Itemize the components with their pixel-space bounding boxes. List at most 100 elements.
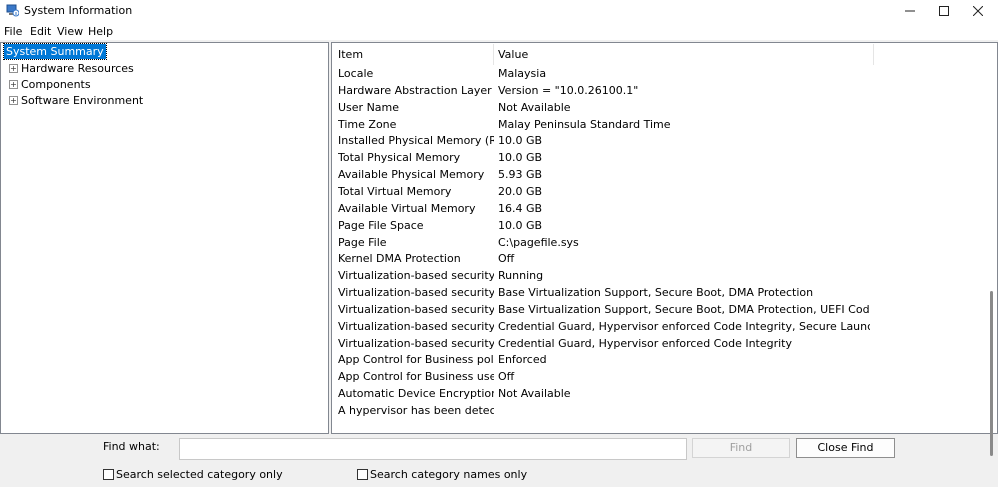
checkbox-box[interactable] xyxy=(103,469,114,480)
tree-item-hardware-resources[interactable]: Hardware Resources xyxy=(21,61,134,76)
cell-item: Total Virtual Memory xyxy=(338,184,452,198)
cell-item: Locale xyxy=(338,67,374,80)
table-row[interactable]: Virtualization-based security Running xyxy=(338,267,938,284)
vertical-scrollbar[interactable] xyxy=(986,43,997,456)
cell-value: Not Available xyxy=(498,387,571,401)
close-button[interactable] xyxy=(961,0,995,22)
column-divider[interactable] xyxy=(493,44,494,65)
cell-item: Total Physical Memory xyxy=(338,151,461,165)
window-title: System Information xyxy=(24,4,133,17)
cell-item: Page File Space xyxy=(338,218,424,232)
table-row[interactable]: Virtualization-based security Se... Crede… xyxy=(338,318,938,335)
checkbox-label: Search category names only xyxy=(370,468,528,481)
cell-item: Automatic Device Encryption Su... xyxy=(338,387,494,401)
cell-item: App Control for Business policy xyxy=(338,353,494,367)
cell-value: 10.0 GB xyxy=(498,151,543,165)
search-selected-category-checkbox[interactable]: Search selected category only xyxy=(103,468,283,481)
expand-plus-icon[interactable]: + xyxy=(9,64,18,73)
table-row[interactable]: Hardware Abstraction Layer Version = "10.… xyxy=(338,82,938,99)
cell-value: C:\pagefile.sys xyxy=(498,235,579,249)
cell-item: Available Physical Memory xyxy=(338,168,485,182)
cell-item: User Name xyxy=(338,100,400,114)
cell-value: Version = "10.0.26100.1" xyxy=(498,83,639,97)
cell-item: Virtualization-based security Se... xyxy=(338,319,494,333)
cell-value: 10.0 GB xyxy=(498,218,543,232)
close-icon xyxy=(973,6,983,16)
table-row[interactable]: Virtualization-based security Av... Base … xyxy=(338,301,938,318)
title-bar: System Information xyxy=(0,0,998,22)
cell-value: 5.93 GB xyxy=(498,168,543,182)
checkbox-box[interactable] xyxy=(357,469,368,480)
cell-value: 20.0 GB xyxy=(498,184,543,198)
cell-item: Virtualization-based security xyxy=(338,269,494,283)
close-find-button[interactable]: Close Find xyxy=(796,438,895,458)
system-information-window: System Information File Edit View Help S… xyxy=(0,0,998,487)
cell-value: Malay Peninsula Standard Time xyxy=(498,117,671,131)
cell-item: Virtualization-based security Se... xyxy=(338,336,494,350)
cell-item: Kernel DMA Protection xyxy=(338,252,461,266)
cell-item: App Control for Business user ... xyxy=(338,370,494,384)
cell-value: Base Virtualization Support, Secure Boot… xyxy=(498,286,814,300)
find-what-input[interactable] xyxy=(179,438,687,460)
table-row[interactable]: App Control for Business policy Enforced xyxy=(338,351,938,368)
cell-item: A hypervisor has been detecte... xyxy=(338,404,494,417)
cell-item: Time Zone xyxy=(338,117,397,131)
table-row[interactable]: Available Virtual Memory 16.4 GB xyxy=(338,200,938,217)
menu-help[interactable]: Help xyxy=(88,25,113,38)
maximize-button[interactable] xyxy=(927,0,961,22)
cell-value: Credential Guard, Hypervisor enforced Co… xyxy=(498,319,870,333)
column-header-value[interactable]: Value xyxy=(498,44,528,65)
tree-item-software-environment[interactable]: Software Environment xyxy=(21,93,143,108)
checkbox-label: Search selected category only xyxy=(116,468,283,481)
cell-value: Credential Guard, Hypervisor enforced Co… xyxy=(498,336,793,350)
menu-view[interactable]: View xyxy=(57,25,83,38)
search-category-names-checkbox[interactable]: Search category names only xyxy=(357,468,527,481)
cell-value: Not Available xyxy=(498,100,571,114)
table-row[interactable]: Kernel DMA Protection Off xyxy=(338,250,938,267)
expand-plus-icon[interactable]: + xyxy=(9,80,18,89)
cell-value: Running xyxy=(498,269,544,283)
table-row[interactable]: Virtualization-based security Se... Crede… xyxy=(338,335,938,352)
cell-item: Available Virtual Memory xyxy=(338,201,476,215)
cell-item: Hardware Abstraction Layer xyxy=(338,83,492,97)
tree-item-system-summary[interactable]: System Summary xyxy=(3,43,107,60)
table-row[interactable]: Locale Malaysia xyxy=(338,65,938,82)
cell-item: Virtualization-based security Av... xyxy=(338,302,494,316)
table-row[interactable]: Virtualization-based security Re... Base … xyxy=(338,284,938,301)
menu-file[interactable]: File xyxy=(4,25,22,38)
scrollbar-thumb[interactable] xyxy=(990,291,993,456)
cell-item: Page File xyxy=(338,235,387,249)
cell-value: 16.4 GB xyxy=(498,201,543,215)
maximize-icon xyxy=(939,6,949,16)
cell-value: Enforced xyxy=(498,353,547,367)
minimize-icon xyxy=(905,10,915,12)
cell-value: Base Virtualization Support, Secure Boot… xyxy=(498,302,870,316)
table-row[interactable]: Page File C:\pagefile.sys xyxy=(338,234,938,251)
expand-plus-icon[interactable]: + xyxy=(9,96,18,105)
table-row[interactable]: Installed Physical Memory (RAM) 10.0 GB xyxy=(338,132,938,149)
menu-edit[interactable]: Edit xyxy=(30,25,51,38)
tree-item-components[interactable]: Components xyxy=(21,77,91,92)
table-row[interactable]: Total Physical Memory 10.0 GB xyxy=(338,149,938,166)
find-what-label: Find what: xyxy=(103,440,160,453)
table-row[interactable]: Available Physical Memory 5.93 GB xyxy=(338,166,938,183)
cell-item: Installed Physical Memory (RAM) xyxy=(338,134,494,148)
table-row[interactable]: Time Zone Malay Peninsula Standard Time xyxy=(338,116,938,133)
find-button[interactable]: Find xyxy=(692,438,790,458)
cell-value: Off xyxy=(498,252,515,266)
column-header-item[interactable]: Item xyxy=(338,44,363,65)
table-row[interactable]: Automatic Device Encryption Su... Not Ava… xyxy=(338,385,938,402)
details-list[interactable]: Item Value Locale Malaysia Hardware Abstra… xyxy=(331,42,998,434)
system-information-app-icon xyxy=(6,4,19,17)
cell-value: Malaysia xyxy=(498,67,547,80)
table-row[interactable]: Total Virtual Memory 20.0 GB xyxy=(338,183,938,200)
cell-item: Virtualization-based security Re... xyxy=(338,286,494,300)
table-row[interactable]: App Control for Business user ... Off xyxy=(338,368,938,385)
menu-bar: File Edit View Help xyxy=(0,22,998,40)
table-row[interactable]: A hypervisor has been detecte... xyxy=(338,402,938,419)
cell-value: 10.0 GB xyxy=(498,134,543,148)
table-row[interactable]: Page File Space 10.0 GB xyxy=(338,217,938,234)
minimize-button[interactable] xyxy=(893,0,927,22)
table-row[interactable]: User Name Not Available xyxy=(338,99,938,116)
column-divider[interactable] xyxy=(873,44,874,65)
